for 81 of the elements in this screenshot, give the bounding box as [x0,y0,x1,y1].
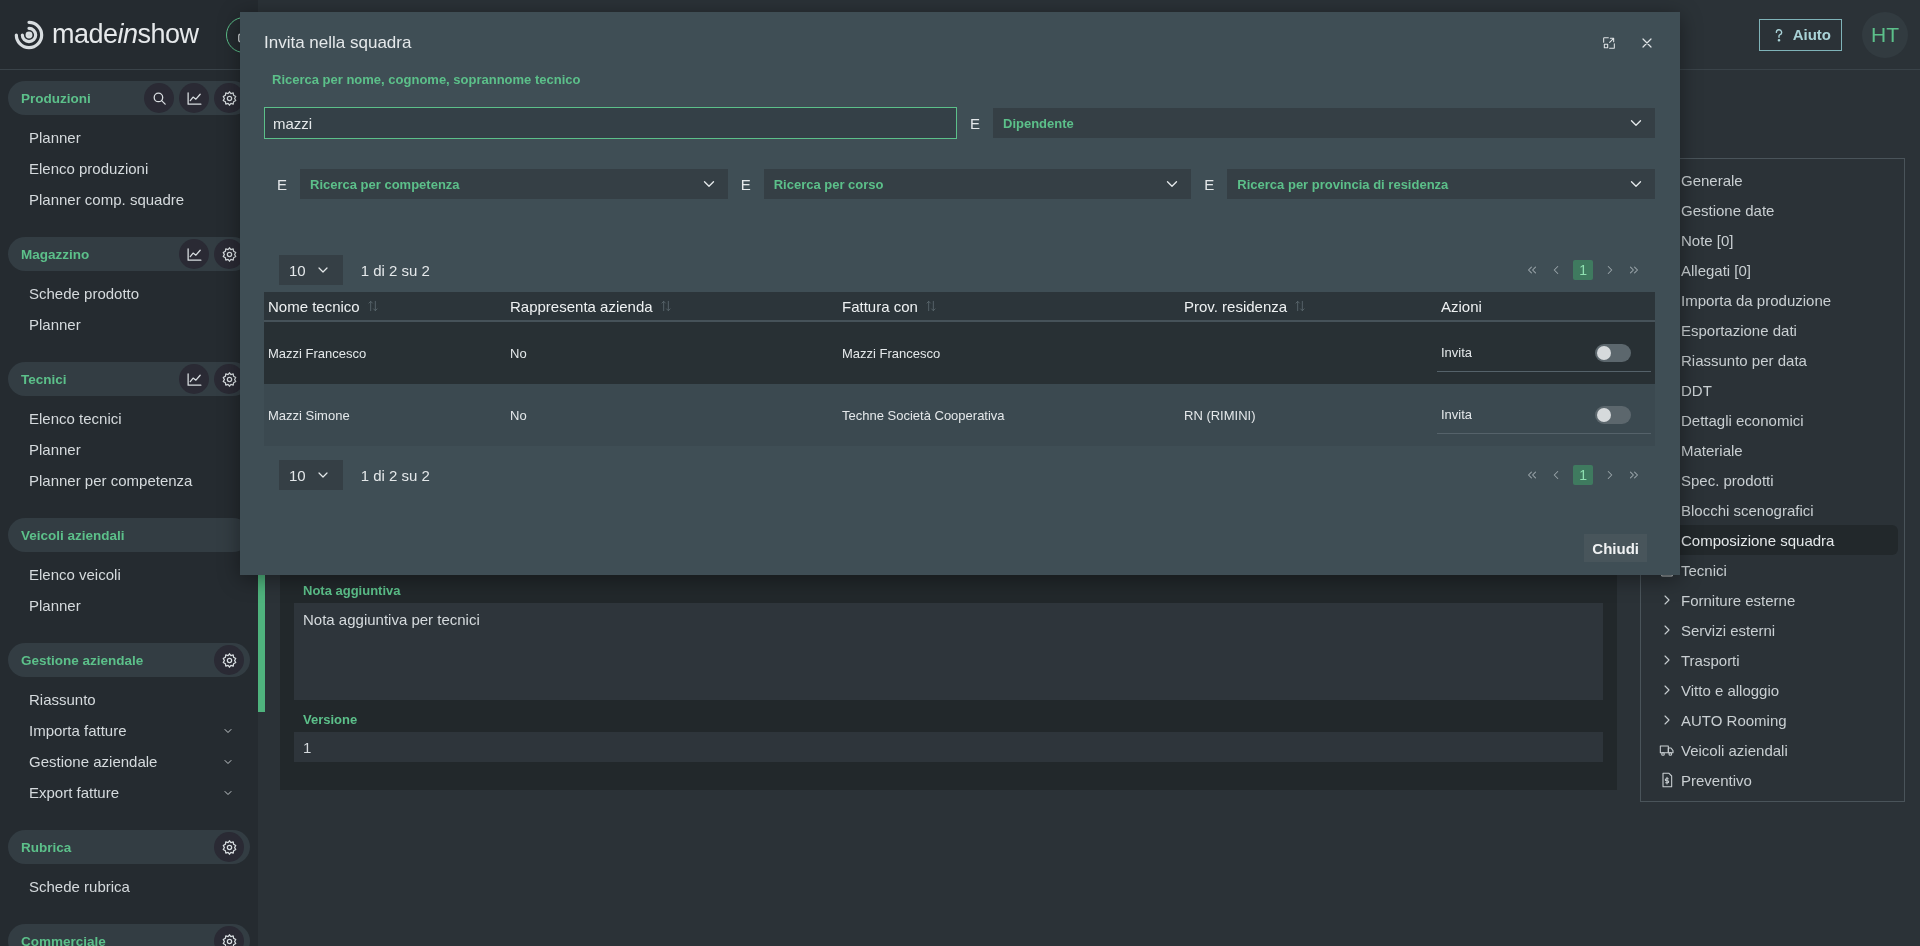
filter-dropdown[interactable]: Dipendente [993,108,1655,138]
scrollbar-thumb[interactable] [258,575,265,712]
page-size-select[interactable]: 10 [279,460,343,490]
filter-dropdown[interactable]: Ricerca per competenza [300,169,728,199]
table-cell-text: No [509,345,528,361]
section-header[interactable]: Rubrica [8,830,250,864]
nav-item[interactable]: Veicoli aziendali [1641,735,1898,765]
settings-icon [220,370,238,388]
sidebar-item[interactable]: Riassunto [8,684,250,715]
truck-icon [1659,742,1675,758]
modal-title: Invita nella squadra [264,33,413,53]
section-header[interactable]: Gestione aziendale [8,643,250,677]
chart-button[interactable] [179,83,209,113]
section-header[interactable]: Commerciale [8,924,250,946]
field-label: Ricerca per nome, cognome, soprannome tecnico [272,72,582,87]
field-label: Nota aggiuntiva [303,583,402,598]
sort-icon [1293,299,1308,313]
toggle-switch[interactable] [1595,343,1631,362]
settings-icon [220,651,238,669]
conjunction-label: E [739,175,752,193]
chart-button[interactable] [179,239,209,269]
last-page-icon[interactable] [1627,468,1641,482]
nav-item[interactable]: AUTO Rooming [1641,705,1898,735]
document-icon [1659,772,1675,788]
settings-icon [220,245,238,263]
sort-icon [923,299,938,313]
page-info: 1 di 2 su 2 [360,261,431,279]
last-page-icon[interactable] [1627,263,1641,277]
text-area[interactable]: Nota aggiuntiva per tecnici [294,603,1603,700]
chart-icon [185,245,203,263]
logo-icon [13,18,45,51]
sidebar-item[interactable]: Importa fatture [8,715,250,746]
sort-icon [365,299,380,313]
nav-item[interactable]: Vitto e alloggio [1641,675,1898,705]
nav-item[interactable]: Servizi esterni [1641,615,1898,645]
chart-icon [185,370,203,388]
chart-icon [185,89,203,107]
sidebar-item[interactable]: Gestione aziendale [8,746,250,777]
settings-button[interactable] [214,645,244,675]
toggle-switch[interactable] [1595,405,1631,424]
filter-dropdown[interactable]: Ricerca per corso [763,169,1192,199]
page-info: 1 di 2 su 2 [360,466,431,484]
column-header[interactable]: Fattura con [838,297,1180,315]
expand-icon[interactable] [1601,35,1617,51]
brand-logo: madeinshow [52,19,199,50]
column-header[interactable]: Rappresenta azienda [506,297,838,315]
sidebar-item[interactable]: Planner [8,590,250,621]
user-avatar[interactable]: HT [1862,11,1908,58]
table-cell-text: Mazzi Simone [267,407,351,423]
table-cell-text: Techne Società Cooperativa [841,407,1006,423]
invite-control[interactable]: Invita [1437,396,1651,434]
nav-item[interactable]: Forniture esterne [1641,585,1898,615]
chart-button[interactable] [179,364,209,394]
search-button[interactable] [144,83,174,113]
sidebar-item[interactable]: Schede rubrica [8,871,250,902]
sort-icon [658,299,673,313]
column-header[interactable]: Prov. residenza [1180,297,1437,315]
filter-dropdown[interactable]: Ricerca per provincia di residenza [1227,169,1655,199]
conjunction-label: E [276,175,288,193]
table-cell-text: Mazzi Francesco [841,345,942,361]
nav-item[interactable]: Trasporti [1641,645,1898,675]
conjunction-label: E [969,114,981,132]
search-field[interactable]: mazzi [264,107,957,139]
table-cell-text: Mazzi Francesco [267,345,368,361]
table-cell-text: RN (RIMINI) [1183,407,1257,423]
nav-item[interactable]: Preventivo [1641,765,1898,795]
page-size-select[interactable]: 10 [279,255,343,285]
column-header: Azioni [1440,297,1483,315]
close-button[interactable]: Chiudi [1584,534,1647,562]
settings-icon [220,89,238,107]
settings-button[interactable] [214,832,244,862]
conjunction-label: E [1203,175,1216,193]
table-cell-text: No [509,407,528,423]
invite-control[interactable]: Invita [1437,334,1651,372]
sidebar-item[interactable]: Export fatture [8,777,250,808]
help-button[interactable]: Aiuto [1758,18,1842,51]
settings-icon [220,932,238,946]
field-label: Versione [303,712,359,727]
input-field[interactable]: 1 [294,732,1603,762]
settings-icon [220,838,238,856]
column-header[interactable]: Nome tecnico [264,297,506,315]
